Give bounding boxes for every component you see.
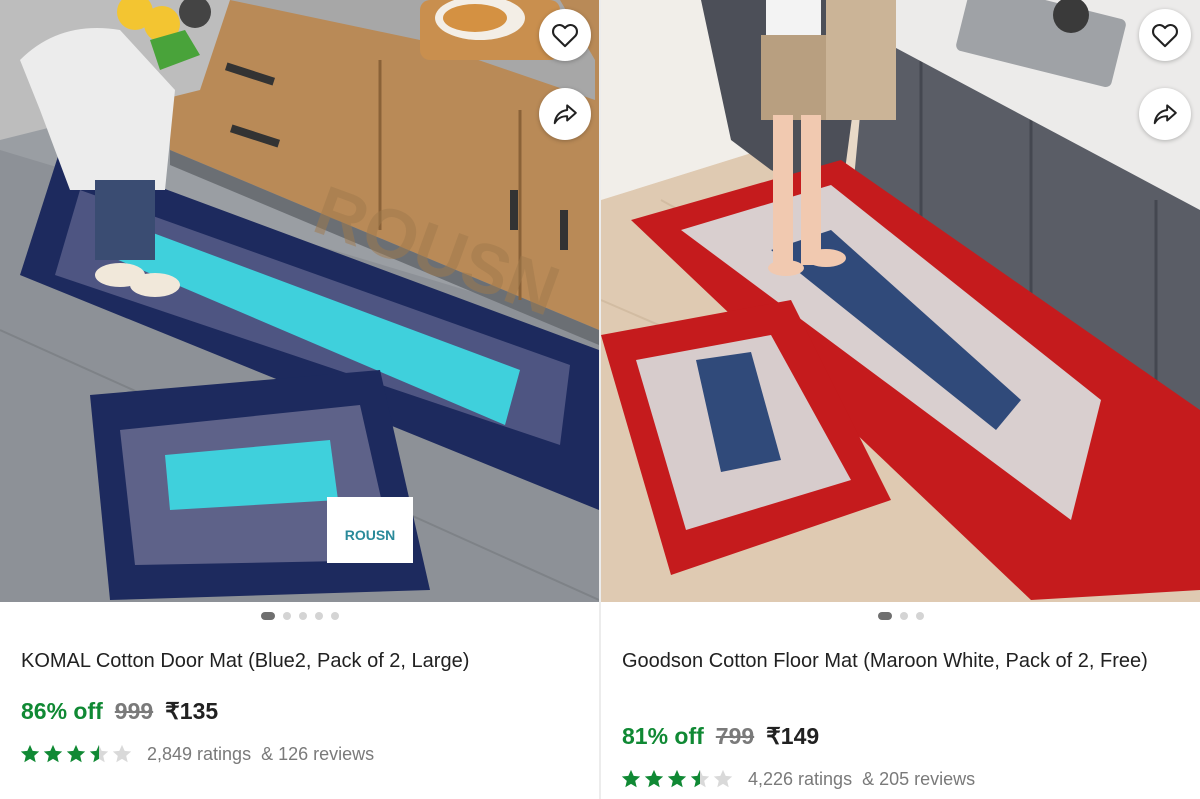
carousel-dot[interactable]	[260, 612, 275, 620]
carousel-dot[interactable]	[877, 612, 892, 620]
ratings-count: 2,849 ratings	[147, 743, 252, 764]
reviews-count: & 126 reviews	[261, 743, 375, 764]
original-price: 799	[715, 723, 755, 749]
share-icon	[553, 104, 577, 125]
brand-logo-text: ROUSN	[345, 527, 396, 543]
wishlist-button-2[interactable]	[1139, 9, 1191, 61]
star-icon	[20, 744, 40, 763]
product-image-1[interactable]: ROUSN ROUSN	[0, 0, 599, 602]
original-price: 999	[114, 698, 154, 724]
star-icon	[644, 769, 664, 788]
image-carousel-dots-1[interactable]	[0, 612, 599, 622]
ratings-count: 4,226 ratings	[748, 768, 853, 789]
wishlist-button-1[interactable]	[539, 9, 591, 61]
star-icon	[621, 769, 641, 788]
star-rating	[19, 743, 133, 765]
product-title-1[interactable]: KOMAL Cotton Door Mat (Blue2, Pack of 2,…	[21, 648, 581, 674]
star-icon	[66, 744, 86, 763]
price-row-1: 86% off 999 ₹135	[21, 698, 218, 725]
share-icon	[1153, 104, 1177, 125]
share-button-1[interactable]	[539, 88, 591, 140]
star-empty-icon	[112, 744, 132, 763]
star-rating	[620, 768, 734, 790]
star-empty-icon	[713, 769, 733, 788]
carousel-dot[interactable]	[314, 612, 323, 620]
carousel-dot[interactable]	[915, 612, 924, 620]
share-button-2[interactable]	[1139, 88, 1191, 140]
star-icon	[43, 744, 63, 763]
selling-price: ₹149	[766, 723, 820, 749]
heart-icon	[1152, 23, 1178, 48]
rating-row-2: 4,226 ratings & 205 reviews	[620, 768, 975, 790]
reviews-count: & 205 reviews	[862, 768, 976, 789]
star-half-icon	[89, 744, 109, 763]
discount-label: 86% off	[21, 698, 103, 724]
door-mat-photo: ROUSN ROUSN	[0, 0, 599, 602]
carousel-dot[interactable]	[330, 612, 339, 620]
heart-icon	[552, 23, 578, 48]
discount-label: 81% off	[622, 723, 704, 749]
star-icon	[667, 769, 687, 788]
rating-row-1: 2,849 ratings & 126 reviews	[19, 743, 374, 765]
floor-mat-photo	[601, 0, 1200, 602]
image-carousel-dots-2[interactable]	[601, 612, 1200, 622]
product-title-2[interactable]: Goodson Cotton Floor Mat (Maroon White, …	[622, 648, 1182, 674]
price-row-2: 81% off 799 ₹149	[622, 723, 819, 750]
carousel-dot[interactable]	[899, 612, 908, 620]
selling-price: ₹135	[165, 698, 219, 724]
product-card-2[interactable]: Goodson Cotton Floor Mat (Maroon White, …	[601, 0, 1200, 799]
carousel-dot[interactable]	[282, 612, 291, 620]
product-card-1[interactable]: ROUSN ROUSN KOMAL Cotton Door Mat (Blue2…	[0, 0, 599, 799]
carousel-dot[interactable]	[298, 612, 307, 620]
star-half-icon	[690, 769, 710, 788]
product-image-2[interactable]	[601, 0, 1200, 602]
